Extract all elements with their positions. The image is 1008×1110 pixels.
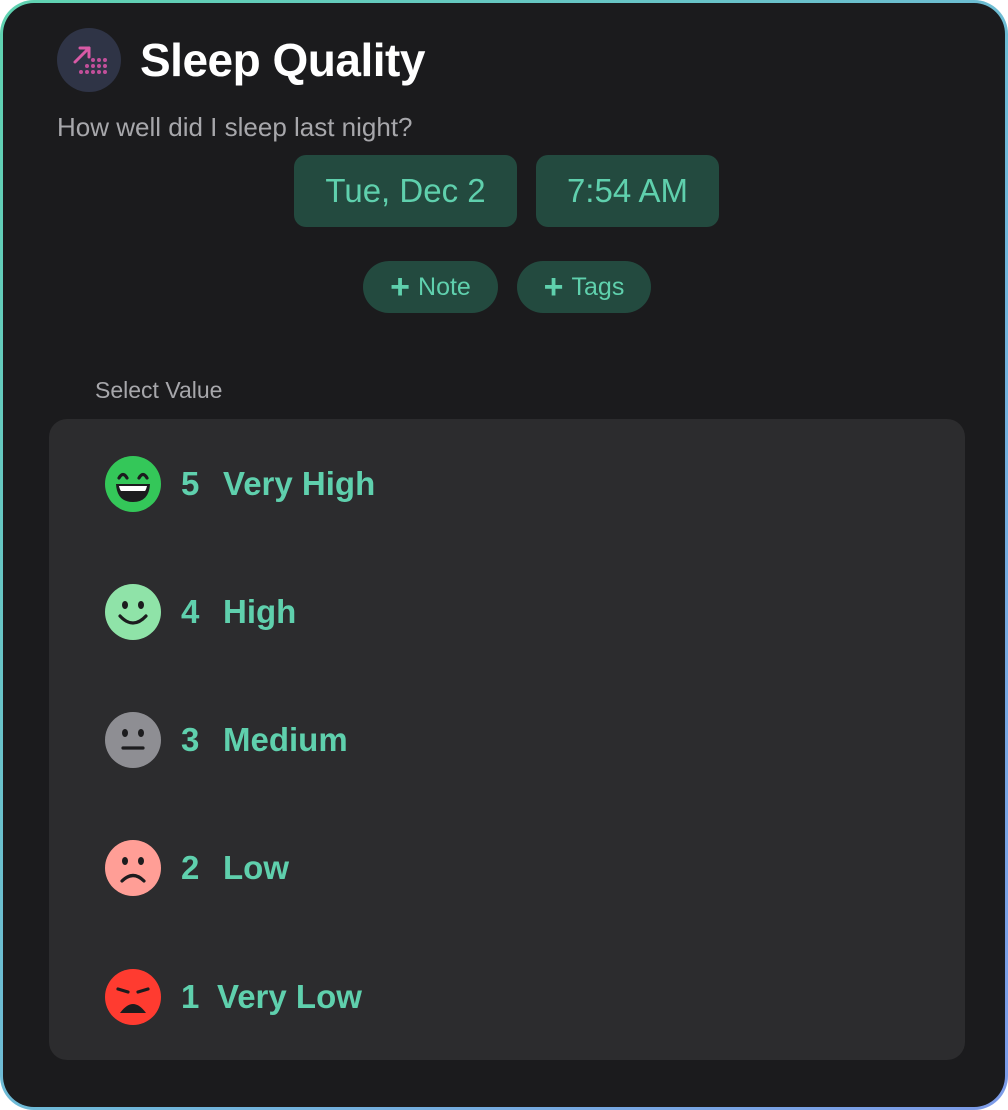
plus-icon: + [390, 268, 411, 306]
option-value: 1 [181, 978, 200, 1015]
date-label: Tue, Dec 2 [325, 172, 486, 209]
option-label: Very Low [217, 978, 362, 1015]
option-very-low[interactable]: 1 Very Low [49, 947, 965, 1047]
option-value: 5 [181, 465, 200, 502]
add-note-button[interactable]: + Note [363, 261, 498, 313]
trend-up-grid-icon [57, 28, 121, 92]
add-tags-button[interactable]: + Tags [517, 261, 651, 313]
option-very-high[interactable]: 5 Very High [49, 434, 965, 534]
option-value: 2 [181, 849, 200, 886]
grinning-face-icon [105, 456, 161, 512]
page-title: Sleep Quality [140, 34, 425, 86]
distressed-face-icon [105, 969, 161, 1025]
option-label: Very High [223, 465, 376, 502]
plus-icon: + [543, 268, 564, 306]
option-low[interactable]: 2 Low [49, 818, 965, 918]
value-options-list: 5 Very High 4 High 3 Medium 2 Low 1 Very… [49, 419, 965, 1060]
option-value: 4 [181, 593, 200, 630]
select-value-label: Select Value [95, 377, 223, 403]
option-high[interactable]: 4 High [49, 562, 965, 662]
add-note-label: Note [418, 272, 471, 301]
date-picker-button[interactable]: Tue, Dec 2 [294, 155, 517, 227]
smiling-face-icon [105, 584, 161, 640]
option-value: 3 [181, 721, 200, 758]
time-label: 7:54 AM [566, 172, 689, 209]
option-label: Low [223, 849, 289, 886]
option-label: High [223, 593, 297, 630]
add-tags-label: Tags [571, 272, 625, 301]
neutral-face-icon [105, 712, 161, 768]
option-label: Medium [223, 721, 348, 758]
option-medium[interactable]: 3 Medium [49, 690, 965, 790]
page-subtitle: How well did I sleep last night? [57, 112, 413, 142]
widget-panel: Sleep Quality How well did I sleep last … [3, 3, 1005, 1107]
frowning-face-icon [105, 840, 161, 896]
widget-frame: Sleep Quality How well did I sleep last … [0, 0, 1008, 1110]
time-picker-button[interactable]: 7:54 AM [536, 155, 719, 227]
